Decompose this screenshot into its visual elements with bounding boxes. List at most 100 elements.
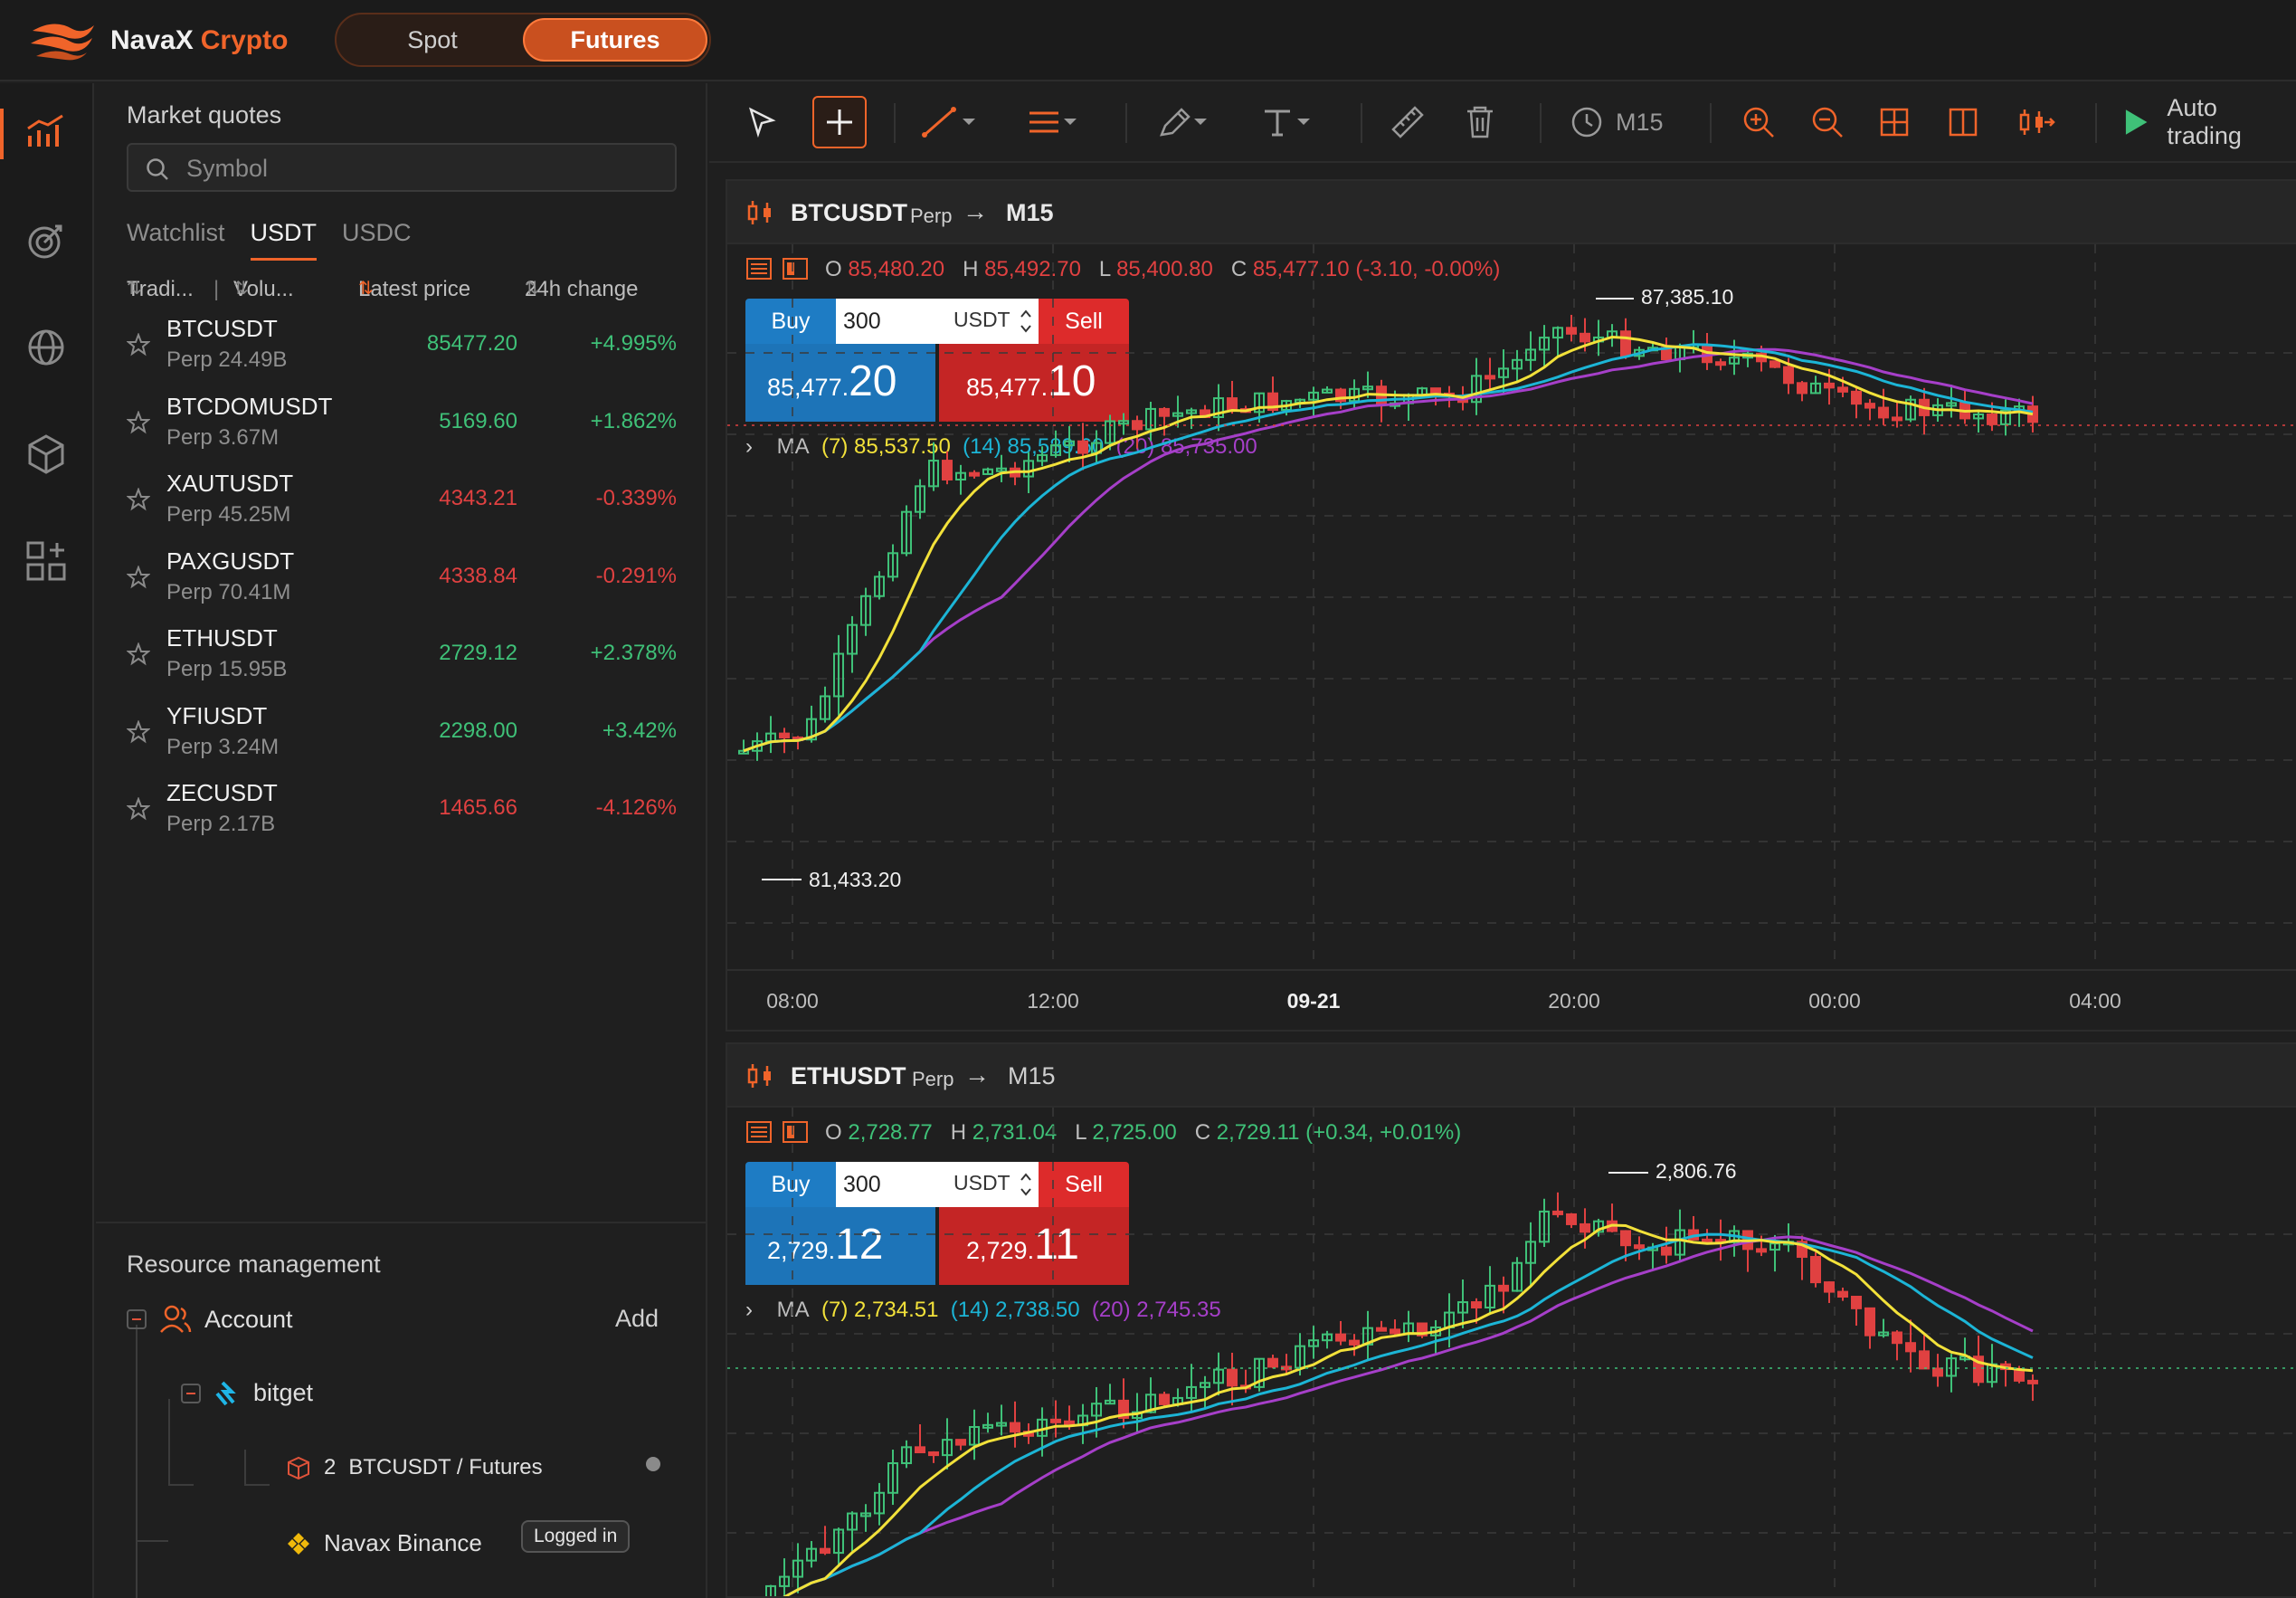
candlestick-icon	[747, 1064, 771, 1088]
ruler-tool[interactable]	[1390, 96, 1426, 148]
clock-icon	[1571, 107, 1602, 138]
exchange-node-bitget[interactable]: bitget	[181, 1379, 313, 1407]
top-bar: NavaX Crypto Spot Futures	[0, 0, 2296, 81]
chevron-down-icon[interactable]	[1192, 117, 1209, 128]
chart-timeframe[interactable]: M15	[1006, 199, 1054, 227]
chevron-down-icon[interactable]	[961, 117, 977, 128]
cube-icon[interactable]	[24, 433, 68, 476]
auto-trading-button[interactable]: Auto trading	[2122, 94, 2296, 149]
quote-symbol: BTCDOMUSDT	[166, 392, 333, 420]
quote-row[interactable]: YFIUSDT Perp 3.24M 2298.00 +3.42%	[96, 699, 707, 776]
quote-row[interactable]: ETHUSDT Perp 15.95B 2729.12 +2.378%	[96, 621, 707, 699]
sort-icon: ⇅	[233, 279, 249, 299]
columns-layout-tool[interactable]	[1947, 96, 1979, 148]
quote-price: 85477.20	[426, 331, 517, 356]
candle-body	[1620, 330, 1631, 357]
quote-row[interactable]: XAUTUSDT Perp 45.25M 4343.21 -0.339%	[96, 466, 707, 544]
text-tool[interactable]	[1259, 96, 1312, 148]
crosshair-tool[interactable]	[812, 96, 867, 148]
star-icon[interactable]	[127, 797, 150, 821]
candle-body	[1552, 1210, 1563, 1215]
position-node[interactable]: 2 BTCUSDT / Futures	[286, 1455, 543, 1480]
tab-usdc[interactable]: USDC	[342, 219, 412, 261]
candle-body	[1471, 1301, 1482, 1309]
candlestick-icon	[747, 201, 771, 224]
star-icon[interactable]	[127, 719, 150, 744]
binance-label: Navax Binance	[324, 1529, 482, 1556]
box-icon	[288, 1456, 309, 1480]
grid-layout-icon	[1880, 108, 1909, 137]
compare-tool[interactable]	[2016, 96, 2055, 148]
star-icon[interactable]	[127, 642, 150, 666]
tab-usdt[interactable]: USDT	[250, 219, 318, 261]
quote-volume: Perp 3.24M	[166, 734, 280, 759]
zoom-in-icon	[1743, 107, 1774, 138]
zoom-out-tool[interactable]	[1809, 96, 1845, 148]
x-tick-label: 04:00	[2069, 989, 2121, 1013]
apps-add-icon[interactable]	[24, 539, 68, 583]
symbol-search-input[interactable]	[186, 152, 657, 185]
quote-volume: Perp 3.67M	[166, 424, 280, 450]
add-account-button[interactable]: Add	[615, 1305, 659, 1333]
chart-bars-icon[interactable]	[24, 112, 68, 156]
chart-pair[interactable]: ETHUSDT	[791, 1062, 906, 1090]
arrow-right-icon: →	[963, 197, 988, 225]
star-icon[interactable]	[127, 410, 150, 434]
tab-watchlist[interactable]: Watchlist	[127, 219, 225, 261]
trendline-icon	[922, 107, 956, 138]
target-icon[interactable]	[24, 219, 68, 262]
candle-body	[1566, 327, 1577, 335]
columns-layout-icon	[1949, 108, 1978, 137]
star-icon[interactable]	[127, 565, 150, 589]
market-quotes-panel: Market quotes Watchlist USDT USDC Tradi.…	[96, 83, 754, 1598]
chevron-down-icon[interactable]	[1062, 117, 1078, 128]
quote-price: 2729.12	[439, 641, 517, 665]
chart-pair[interactable]: BTCUSDT	[791, 199, 907, 227]
quote-volume: Perp 24.49B	[166, 347, 288, 372]
candle-body	[1661, 1246, 1672, 1256]
globe-icon[interactable]	[24, 326, 68, 369]
quote-change: -0.339%	[595, 486, 677, 510]
btc-candlestick-chart[interactable]: 87,385.10 81,433.20 08:00 12:00 09-21 20:00 00…	[727, 244, 2296, 1032]
mode-futures-button[interactable]: Futures	[523, 18, 707, 62]
timeframe-selector[interactable]: M15	[1570, 96, 1664, 148]
low-price-label: 81,433.20	[809, 868, 901, 891]
users-icon	[160, 1305, 192, 1333]
cursor-arrow-icon	[748, 107, 776, 138]
star-icon[interactable]	[127, 488, 150, 511]
delete-tool[interactable]	[1464, 96, 1496, 148]
exchange-label: bitget	[253, 1379, 314, 1406]
cursor-tool[interactable]	[745, 96, 778, 148]
logo: NavaX Crypto	[27, 18, 288, 63]
chart-timeframe[interactable]: M15	[1008, 1062, 1056, 1090]
trendline-tool[interactable]	[921, 96, 977, 148]
quote-change: -4.126%	[595, 795, 677, 820]
mode-switch: Spot Futures	[335, 13, 711, 67]
collapse-icon[interactable]	[181, 1383, 201, 1403]
candle-body	[1892, 416, 1902, 422]
brand-name: NavaX	[110, 25, 194, 55]
quote-row[interactable]: BTCUSDT Perp 24.49B 85477.20 +4.995%	[96, 311, 707, 389]
pencil-tool[interactable]	[1156, 96, 1209, 148]
mode-spot-button[interactable]: Spot	[340, 18, 525, 62]
eth-candlestick-chart[interactable]: 2,806.76	[727, 1108, 2296, 1598]
grid-layout-tool[interactable]	[1878, 96, 1911, 148]
candle-body	[820, 1547, 830, 1555]
candle-body	[942, 460, 953, 480]
quote-row[interactable]: ZECUSDT Perp 2.17B 1465.66 -4.126%	[96, 775, 707, 845]
quote-price: 2298.00	[439, 718, 517, 743]
exchange-node-binance[interactable]: Navax Binance	[286, 1529, 482, 1557]
candle-body	[1566, 1213, 1577, 1225]
lines-tool[interactable]	[1026, 96, 1078, 148]
ruler-icon	[1391, 106, 1424, 138]
candle-body	[1335, 1333, 1346, 1342]
zoom-in-tool[interactable]	[1741, 96, 1777, 148]
quote-row[interactable]: BTCDOMUSDT Perp 3.67M 5169.60 +1.862%	[96, 389, 707, 467]
tree-line	[244, 1450, 246, 1484]
quote-row[interactable]: PAXGUSDT Perp 70.41M 4338.84 -0.291%	[96, 544, 707, 622]
chevron-down-icon[interactable]	[1295, 117, 1312, 128]
collapse-icon[interactable]	[127, 1309, 147, 1329]
account-node[interactable]: Account	[127, 1305, 293, 1334]
candle-body	[1851, 390, 1862, 405]
star-icon[interactable]	[127, 333, 150, 357]
